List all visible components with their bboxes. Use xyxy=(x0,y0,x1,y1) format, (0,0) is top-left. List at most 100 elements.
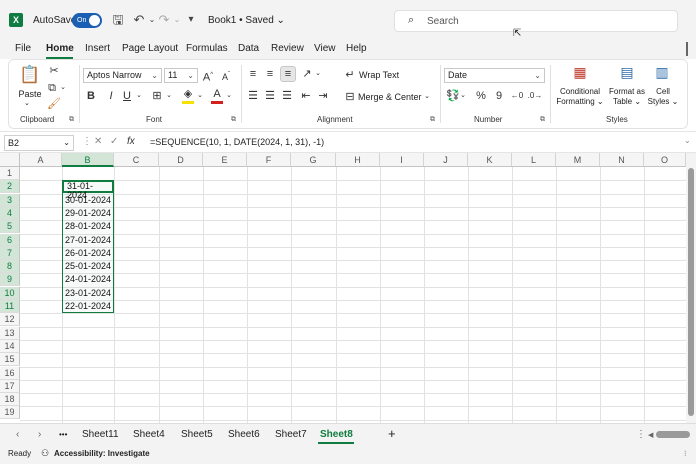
horizontal-scroll-thumb[interactable] xyxy=(656,431,690,438)
copy-icon[interactable]: ⧉ xyxy=(45,81,59,95)
save-icon[interactable]: 🖫 xyxy=(110,12,126,28)
sheet-tab-sheet8[interactable]: Sheet8 xyxy=(320,429,353,440)
paste-icon[interactable]: 📋 xyxy=(19,64,41,86)
more-sheets-button[interactable]: ••• xyxy=(59,430,67,439)
format-as-table-button[interactable]: Format as Table ⌄ xyxy=(605,87,649,107)
conditional-formatting-icon[interactable]: ▦ xyxy=(570,65,590,83)
tab-insert[interactable]: Insert xyxy=(85,43,110,54)
ribbon-display-icon[interactable] xyxy=(686,42,688,56)
increase-indent-icon[interactable]: ⇥ xyxy=(316,89,330,103)
row-header-13[interactable]: 13 xyxy=(0,326,20,340)
expand-formula-icon[interactable]: ⌄ xyxy=(684,136,691,145)
bold-button[interactable]: B xyxy=(85,89,97,103)
row-header-17[interactable]: 17 xyxy=(0,379,20,393)
align-right-icon[interactable]: ☰ xyxy=(280,89,294,103)
borders-icon[interactable]: ⊞ xyxy=(150,89,164,103)
column-header-m[interactable]: M xyxy=(556,153,600,167)
insert-function-icon[interactable]: fx xyxy=(127,136,135,147)
row-header-8[interactable]: 8 xyxy=(0,260,20,274)
accounting-dropdown-icon[interactable]: ⌄ xyxy=(459,89,467,103)
fill-color-icon[interactable]: ◈ xyxy=(181,87,195,101)
row-header-6[interactable]: 6 xyxy=(0,233,20,247)
underline-dropdown-icon[interactable]: ⌄ xyxy=(135,89,143,103)
tab-help[interactable]: Help xyxy=(346,43,367,54)
paste-dropdown-icon[interactable]: ⌄ xyxy=(24,99,30,107)
cell-b2[interactable]: 31-01-2024 xyxy=(62,180,114,200)
format-painter-icon[interactable]: 🖌 xyxy=(47,97,61,111)
column-header-d[interactable]: D xyxy=(159,153,203,167)
column-header-e[interactable]: E xyxy=(203,153,247,167)
merge-dropdown-icon[interactable]: ⌄ xyxy=(423,90,431,104)
prev-sheet-icon[interactable]: ‹ xyxy=(16,429,19,440)
fill-color-dropdown-icon[interactable]: ⌄ xyxy=(196,89,204,103)
row-header-7[interactable]: 7 xyxy=(0,246,20,260)
row-header-14[interactable]: 14 xyxy=(0,339,20,353)
search-box[interactable]: ⌕ Search xyxy=(394,10,678,32)
column-header-h[interactable]: H xyxy=(336,153,380,167)
row-header-4[interactable]: 4 xyxy=(0,206,20,220)
add-sheet-button[interactable]: + xyxy=(388,426,396,441)
sheet-tab-sheet4[interactable]: Sheet4 xyxy=(133,429,165,440)
tab-formulas[interactable]: Formulas xyxy=(186,43,228,54)
cell-b10[interactable]: 23-01-2024 xyxy=(62,287,114,300)
sheet-options-icon[interactable]: ⋮ xyxy=(636,429,646,440)
column-header-n[interactable]: N xyxy=(600,153,644,167)
orientation-dropdown-icon[interactable]: ⌄ xyxy=(314,67,322,81)
sheet-tab-sheet7[interactable]: Sheet7 xyxy=(275,429,307,440)
sheet-tab-sheet5[interactable]: Sheet5 xyxy=(181,429,213,440)
wrap-text-button[interactable]: Wrap Text xyxy=(359,70,399,80)
clipboard-launcher-icon[interactable]: ⧉ xyxy=(69,116,74,124)
next-sheet-icon[interactable]: › xyxy=(38,429,41,440)
alignment-launcher-icon[interactable]: ⧉ xyxy=(430,116,435,124)
cell-b7[interactable]: 26-01-2024 xyxy=(62,247,114,260)
tab-data[interactable]: Data xyxy=(238,43,259,54)
tab-view[interactable]: View xyxy=(314,43,336,54)
wrap-text-icon[interactable]: ↵ xyxy=(343,68,357,82)
row-header-2[interactable]: 2 xyxy=(0,180,20,194)
decrease-indent-icon[interactable]: ⇤ xyxy=(299,89,313,103)
orientation-icon[interactable]: ↗ xyxy=(300,67,314,81)
vertical-scroll-thumb[interactable] xyxy=(688,168,694,416)
column-header-i[interactable]: I xyxy=(380,153,424,167)
column-header-b[interactable]: B xyxy=(62,153,114,167)
top-align-icon[interactable]: ≡ xyxy=(246,67,260,81)
number-format-select[interactable]: Date ⌄ xyxy=(444,68,545,83)
tab-file[interactable]: File xyxy=(15,43,31,54)
cell-b8[interactable]: 25-01-2024 xyxy=(62,260,114,273)
column-header-g[interactable]: G xyxy=(291,153,336,167)
font-launcher-icon[interactable]: ⧉ xyxy=(231,116,236,124)
increase-decimal-icon[interactable]: ←0 xyxy=(509,89,525,103)
row-header-15[interactable]: 15 xyxy=(0,353,20,367)
copy-dropdown-icon[interactable]: ⌄ xyxy=(59,81,67,95)
row-header-1[interactable]: 1 xyxy=(0,167,20,180)
more-options-icon[interactable]: ⋮ xyxy=(82,136,92,147)
column-header-k[interactable]: K xyxy=(468,153,512,167)
worksheet-grid[interactable]: ABCDEFGHIJKLMNO 1 2 3 4 5 6 7 8 9 10 11 12 13 14 15 16 1… xyxy=(0,153,686,423)
decrease-decimal-icon[interactable]: .0→ xyxy=(527,89,543,103)
tab-home[interactable]: Home xyxy=(46,43,74,54)
middle-align-icon[interactable]: ≡ xyxy=(263,67,277,81)
bottom-align-icon[interactable]: ≡ xyxy=(280,66,296,82)
underline-button[interactable]: U xyxy=(121,89,133,103)
font-color-dropdown-icon[interactable]: ⌄ xyxy=(225,89,233,103)
format-as-table-icon[interactable]: ▤ xyxy=(617,65,637,83)
row-header-11[interactable]: 11 xyxy=(0,300,20,313)
row-header-16[interactable]: 16 xyxy=(0,366,20,380)
row-header-10[interactable]: 10 xyxy=(0,286,20,300)
cell-b9[interactable]: 24-01-2024 xyxy=(62,273,114,286)
row-header-19[interactable]: 19 xyxy=(0,406,20,420)
column-header-c[interactable]: C xyxy=(114,153,159,167)
tab-review[interactable]: Review xyxy=(271,43,304,54)
merge-center-button[interactable]: Merge & Center xyxy=(358,92,422,102)
cell-styles-icon[interactable]: ▥ xyxy=(652,65,672,83)
formula-input[interactable]: =SEQUENCE(10, 1, DATE(2024, 1, 31), -1) xyxy=(150,137,324,147)
workbook-title[interactable]: Book1 • Saved ⌄ xyxy=(208,15,285,26)
cell-b4[interactable]: 29-01-2024 xyxy=(62,207,114,220)
column-header-f[interactable]: F xyxy=(247,153,291,167)
accessibility-status[interactable]: Accessibility: Investigate xyxy=(54,449,150,458)
cell-b3[interactable]: 30-01-2024 xyxy=(62,194,114,207)
name-box[interactable]: B2 ⌄ xyxy=(4,135,74,151)
cell-b5[interactable]: 28-01-2024 xyxy=(62,220,114,233)
cell-b6[interactable]: 27-01-2024 xyxy=(62,234,114,247)
font-color-icon[interactable]: A xyxy=(210,87,224,101)
